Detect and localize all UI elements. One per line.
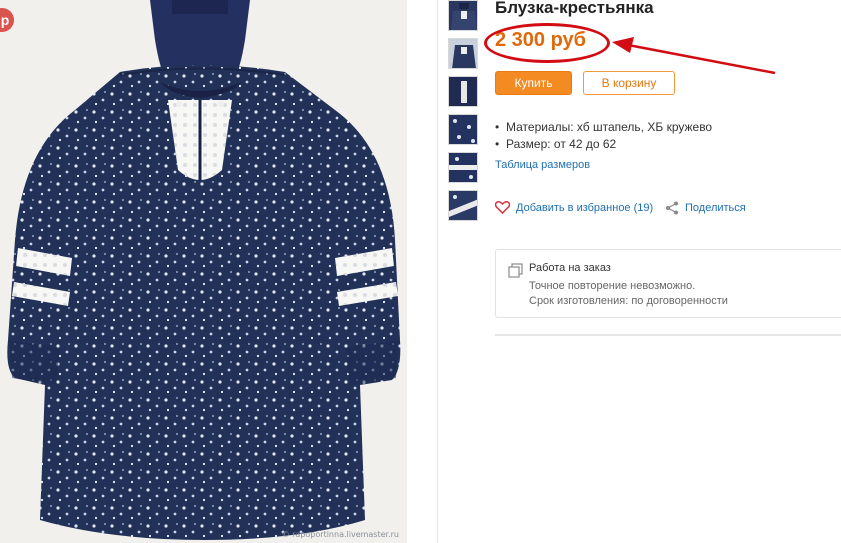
price-annotation-ellipse — [484, 23, 610, 63]
made-to-order-title: Работа на заказ — [529, 262, 611, 274]
thumbnail-4[interactable] — [448, 114, 478, 145]
size-table-link[interactable]: Таблица размеров — [495, 159, 590, 171]
product-main-photo[interactable]: p © rapoportinna.livemaster.ru — [0, 0, 407, 543]
thumbnail-strip — [448, 0, 480, 228]
section-divider — [495, 334, 841, 336]
thumbnail-1[interactable] — [448, 0, 478, 31]
add-to-cart-button[interactable]: В корзину — [583, 71, 675, 95]
buy-button[interactable]: Купить — [495, 71, 572, 95]
copy-icon — [508, 263, 523, 278]
thumbnail-3[interactable] — [448, 76, 478, 107]
spec-materials: Материалы: хб штапель, ХБ кружево — [495, 119, 712, 136]
favorites-label: Добавить в избранное (19) — [516, 201, 654, 214]
heart-icon — [495, 201, 510, 214]
thumbnail-2[interactable] — [448, 38, 478, 69]
share-label: Поделиться — [685, 202, 746, 214]
column-divider — [437, 0, 438, 543]
made-to-order-line-1: Точное повторение невозможно. — [529, 280, 696, 292]
photo-watermark: © rapoportinna.livemaster.ru — [281, 530, 399, 539]
share-link[interactable]: Поделиться — [665, 201, 746, 215]
made-to-order-line-2: Срок изготовления: по договоренности — [529, 295, 728, 307]
product-title: Блузка-крестьянка — [495, 0, 654, 17]
spec-size: Размер: от 42 до 62 — [495, 136, 712, 153]
made-to-order-box: Работа на заказ Точное повторение невозм… — [495, 249, 841, 318]
add-to-favorites[interactable]: Добавить в избранное (19) — [495, 201, 653, 214]
thumbnail-6[interactable] — [448, 190, 478, 221]
product-specs: Материалы: хб штапель, ХБ кружево Размер… — [495, 119, 712, 153]
thumbnail-5[interactable] — [448, 152, 478, 183]
share-icon — [666, 201, 678, 215]
